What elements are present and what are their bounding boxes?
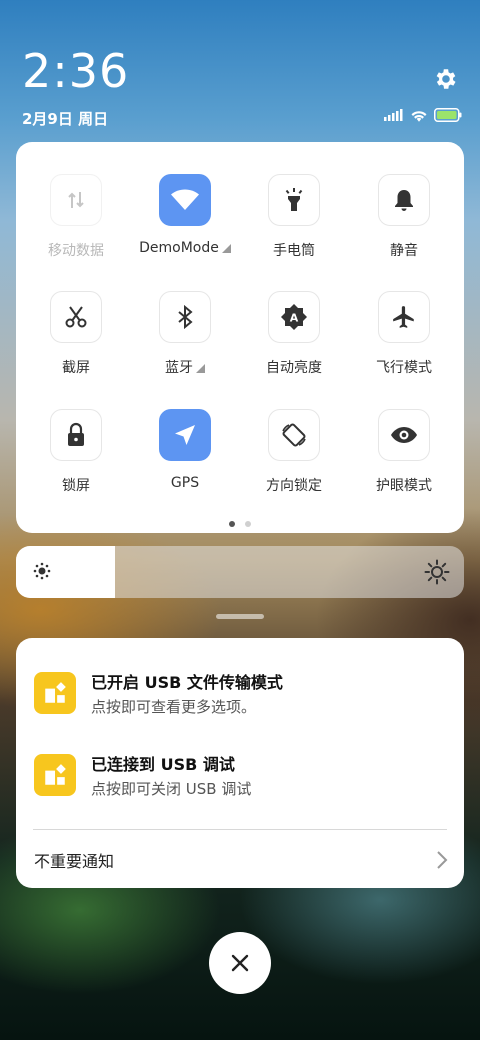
brightness-low-icon xyxy=(32,561,52,585)
tile-location-arrow[interactable]: GPS xyxy=(130,409,240,491)
tile-label: 锁屏 xyxy=(21,475,131,495)
tile-label-text: 截屏 xyxy=(62,360,90,376)
tile-label-text: GPS xyxy=(170,475,200,491)
divider xyxy=(33,829,447,830)
scissors-icon xyxy=(50,291,102,343)
tile-mobile-data[interactable]: 移动数据 xyxy=(21,174,131,260)
tile-label-text: 方向锁定 xyxy=(266,478,322,494)
android-settings-icon xyxy=(34,672,76,714)
tile-wifi[interactable]: DemoMode xyxy=(130,174,240,256)
drag-handle[interactable] xyxy=(216,614,264,619)
location-arrow-icon xyxy=(159,409,211,461)
tile-label-text: DemoMode xyxy=(139,240,219,256)
tile-label: 手电筒 xyxy=(239,240,349,260)
tile-lock[interactable]: 锁屏 xyxy=(21,409,131,495)
expand-caret-icon[interactable] xyxy=(196,364,205,373)
tile-bluetooth[interactable]: 蓝牙 xyxy=(130,291,240,377)
tile-auto-brightness[interactable]: A 自动亮度 xyxy=(239,291,349,377)
page-dot-2[interactable] xyxy=(245,521,251,527)
lock-icon xyxy=(50,409,102,461)
brightness-slider[interactable] xyxy=(16,546,464,598)
signal-icon xyxy=(384,109,403,121)
tile-label-text: 蓝牙 xyxy=(165,360,193,376)
tile-airplane[interactable]: 飞行模式 xyxy=(349,291,459,377)
tile-label-text: 护眼模式 xyxy=(376,478,432,494)
close-icon xyxy=(231,954,249,972)
android-settings-icon xyxy=(34,754,76,796)
notification-usb-debugging[interactable]: 已连接到 USB 调试 点按即可关闭 USB 调试 xyxy=(34,754,454,814)
tile-label: 飞行模式 xyxy=(349,357,459,377)
tile-label-text: 自动亮度 xyxy=(266,360,322,376)
quick-settings-panel: 移动数据 DemoMode 手电筒 静音截屏 蓝牙 A 自动亮度 飞行模式锁屏 GPS 方向锁定 护… xyxy=(16,142,464,533)
brightness-high-icon xyxy=(424,559,450,589)
tile-label: 自动亮度 xyxy=(239,357,349,377)
tile-label: 方向锁定 xyxy=(239,475,349,495)
auto-brightness-icon: A xyxy=(268,291,320,343)
close-button[interactable] xyxy=(209,932,271,994)
tile-label: 护眼模式 xyxy=(349,475,459,495)
wifi-status-icon xyxy=(411,111,427,122)
status-icons xyxy=(384,108,462,122)
airplane-icon xyxy=(378,291,430,343)
flashlight-icon xyxy=(268,174,320,226)
notification-usb-transfer[interactable]: 已开启 USB 文件传输模式 点按即可查看更多选项。 xyxy=(34,672,454,732)
notification-title: 已开启 USB 文件传输模式 xyxy=(91,673,283,692)
tile-bell[interactable]: 静音 xyxy=(349,174,459,260)
settings-gear-icon[interactable] xyxy=(432,66,458,92)
brightness-fill xyxy=(16,546,115,598)
tile-eye[interactable]: 护眼模式 xyxy=(349,409,459,495)
tile-flashlight[interactable]: 手电筒 xyxy=(239,174,349,260)
tile-label: 静音 xyxy=(349,240,459,260)
wifi-icon xyxy=(159,174,211,226)
bell-icon xyxy=(378,174,430,226)
notification-subtitle: 点按即可关闭 USB 调试 xyxy=(91,780,252,798)
chevron-right-icon[interactable] xyxy=(436,850,448,874)
mobile-data-icon xyxy=(50,174,102,226)
clock-time: 2:36 xyxy=(22,44,130,98)
eye-icon xyxy=(378,409,430,461)
tile-label-text: 静音 xyxy=(390,243,418,259)
bluetooth-icon xyxy=(159,291,211,343)
page-indicator xyxy=(16,521,464,527)
tile-label: 截屏 xyxy=(21,357,131,377)
expand-caret-icon[interactable] xyxy=(221,244,231,253)
svg-text:A: A xyxy=(290,312,299,325)
battery-icon xyxy=(434,108,462,122)
page-dot-1[interactable] xyxy=(229,521,235,527)
tile-label-text: 手电筒 xyxy=(273,243,315,259)
tile-label-text: 移动数据 xyxy=(48,243,104,259)
tile-label: 蓝牙 xyxy=(130,357,240,377)
rotation-lock-icon xyxy=(268,409,320,461)
tile-label: DemoMode xyxy=(130,240,240,256)
date-text: 2月9日 周日 xyxy=(22,110,109,128)
tile-label-text: 飞行模式 xyxy=(376,360,432,376)
notification-subtitle: 点按即可查看更多选项。 xyxy=(91,698,257,716)
tile-rotation-lock[interactable]: 方向锁定 xyxy=(239,409,349,495)
tile-label: 移动数据 xyxy=(21,240,131,260)
notification-title: 已连接到 USB 调试 xyxy=(91,755,235,774)
tile-label-text: 锁屏 xyxy=(62,478,90,494)
tile-label: GPS xyxy=(130,475,240,491)
tile-scissors[interactable]: 截屏 xyxy=(21,291,131,377)
notification-panel: 已开启 USB 文件传输模式 点按即可查看更多选项。 已连接到 USB 调试 点… xyxy=(16,638,464,888)
unimportant-notifications-link[interactable]: 不重要通知 xyxy=(34,848,114,872)
